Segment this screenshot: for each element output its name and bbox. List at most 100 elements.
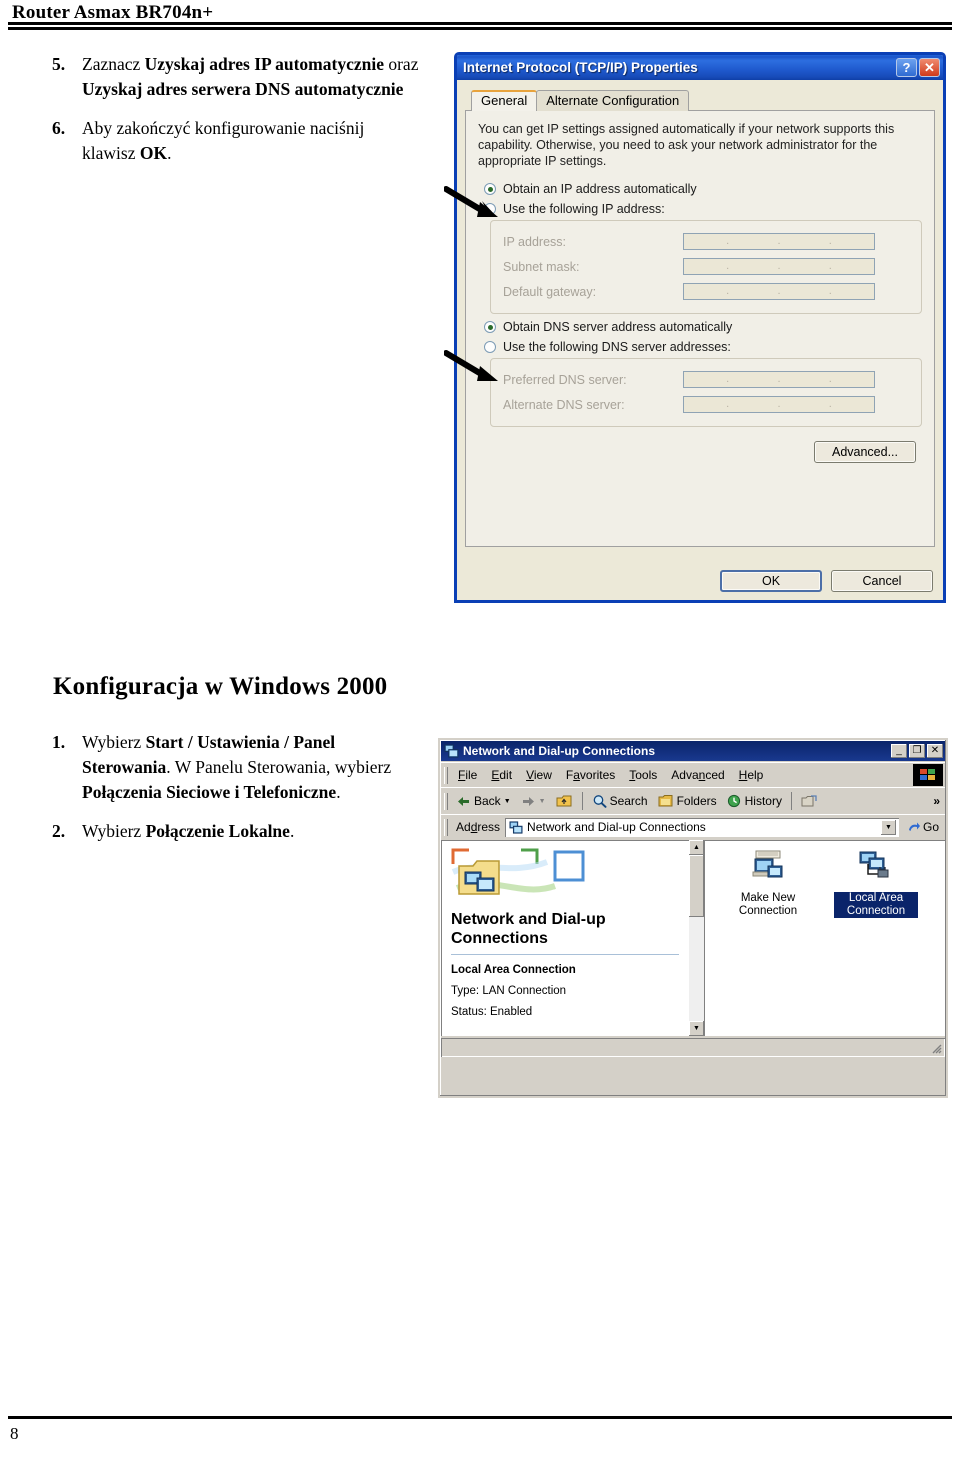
history-icon xyxy=(727,794,740,808)
step-text: Wybierz Połączenie Lokalne. xyxy=(82,819,417,844)
advanced-row: Advanced... xyxy=(478,441,922,463)
field-label: Default gateway: xyxy=(503,284,597,299)
menu-file[interactable]: File xyxy=(451,766,484,784)
alternate-dns-input[interactable]: ... xyxy=(683,396,875,413)
step-part: oraz xyxy=(383,54,419,74)
address-label: Address xyxy=(456,820,501,834)
window-client-area: Network and Dial-up Connections Local Ar… xyxy=(441,840,945,1036)
page-header: Router Asmax BR704n+ xyxy=(0,0,960,24)
close-icon[interactable]: ✕ xyxy=(927,744,943,758)
menu-advanced[interactable]: Advanced xyxy=(664,766,731,784)
field-preferred-dns: Preferred DNS server: ... xyxy=(503,367,909,392)
toolbar-separator xyxy=(791,792,792,810)
menu-favorites[interactable]: Favorites xyxy=(559,766,622,784)
dialog-body: General Alternate Configuration You can … xyxy=(457,80,943,600)
subnet-mask-input[interactable]: ... xyxy=(683,258,875,275)
scroll-up-icon[interactable]: ▲ xyxy=(689,840,704,855)
step-text: Zaznacz Uzyskaj adres IP automatycznie o… xyxy=(82,52,422,102)
ip-address-input[interactable]: ... xyxy=(683,233,875,250)
resize-grip-icon[interactable] xyxy=(930,1042,942,1054)
make-new-connection-icon xyxy=(752,850,783,878)
radio-use-following-dns[interactable]: Use the following DNS server addresses: xyxy=(484,340,922,354)
step-part: Wybierz xyxy=(82,732,146,752)
list-item: 2. Wybierz Połączenie Lokalne. xyxy=(52,819,417,844)
back-button[interactable]: Back ▼ xyxy=(451,792,516,810)
list-item[interactable]: Make New Connection xyxy=(726,850,810,1036)
move-to-button[interactable] xyxy=(796,792,823,810)
step-number: 2. xyxy=(52,821,66,841)
network-connections-icon xyxy=(444,744,459,758)
scrollbar-thumb[interactable] xyxy=(689,855,704,917)
list-item: 6. Aby zakończyć konfigurowanie naciśnij… xyxy=(52,116,422,166)
radio-label: Obtain an IP address automatically xyxy=(503,182,697,196)
address-bar: Address Network and Dial-up Connections … xyxy=(441,814,945,839)
field-label: IP address: xyxy=(503,234,567,249)
address-gripper[interactable] xyxy=(444,819,448,836)
forward-button[interactable]: ▼ xyxy=(516,793,551,810)
chevron-down-icon[interactable]: ▼ xyxy=(880,819,896,835)
radio-use-following-ip[interactable]: Use the following IP address: xyxy=(484,202,922,216)
ok-button[interactable]: OK xyxy=(720,570,822,592)
dialog-title: Internet Protocol (TCP/IP) Properties xyxy=(463,60,698,75)
toolbar-overflow-icon[interactable]: » xyxy=(933,794,945,808)
menu-edit[interactable]: Edit xyxy=(484,766,519,784)
menu-tools[interactable]: Tools xyxy=(622,766,664,784)
history-label: History xyxy=(744,794,782,808)
default-gateway-input[interactable]: ... xyxy=(683,283,875,300)
cancel-button[interactable]: Cancel xyxy=(831,570,933,592)
move-to-folder-icon xyxy=(801,795,817,807)
go-button[interactable]: Go xyxy=(901,820,945,834)
left-pane-connection-name: Local Area Connection xyxy=(451,964,576,976)
tab-panel-general: You can get IP settings assigned automat… xyxy=(465,110,935,547)
radio-icon[interactable] xyxy=(484,321,496,333)
field-ip-address: IP address: ... xyxy=(503,229,909,254)
step-part: Aby zakończyć konfigurowanie naciśnij kl… xyxy=(82,118,365,163)
left-pane-heading: Network and Dial-up Connections xyxy=(451,911,606,947)
menu-view[interactable]: View xyxy=(519,766,559,784)
toolbar-separator xyxy=(582,792,583,810)
list-item-label: Local Area Connection xyxy=(834,892,918,918)
folders-icon xyxy=(658,795,673,807)
forward-dropdown-icon[interactable]: ▼ xyxy=(539,798,546,805)
folders-button[interactable]: Folders xyxy=(653,792,722,810)
menubar-gripper[interactable] xyxy=(444,767,448,784)
lan-connection-icon xyxy=(859,851,889,878)
menu-help[interactable]: Help xyxy=(732,766,771,784)
instructions-xp: 5. Zaznacz Uzyskaj adres IP automatyczni… xyxy=(52,52,422,180)
intro-text: You can get IP settings assigned automat… xyxy=(478,122,895,168)
back-arrow-icon xyxy=(458,796,469,806)
scrollbar-track[interactable] xyxy=(689,917,704,1021)
back-dropdown-icon[interactable]: ▼ xyxy=(504,798,511,805)
toolbar-gripper[interactable] xyxy=(444,793,448,810)
radio-label: Use the following IP address: xyxy=(503,202,665,216)
step-part: Zaznacz xyxy=(82,54,145,74)
step-number: 1. xyxy=(52,732,66,752)
preferred-dns-input[interactable]: ... xyxy=(683,371,875,388)
search-button[interactable]: Search xyxy=(587,792,653,810)
advanced-button[interactable]: Advanced... xyxy=(814,441,916,463)
close-icon[interactable]: ✕ xyxy=(919,58,940,77)
step-text: Aby zakończyć konfigurowanie naciśnij kl… xyxy=(82,116,422,166)
network-folder-icon xyxy=(458,860,500,895)
list-item: 1. Wybierz Start / Ustawienia / Panel St… xyxy=(52,730,417,805)
address-input[interactable]: Network and Dial-up Connections ▼ xyxy=(505,817,899,837)
step-part-bold: Połączenia Sieciowe i Telefoniczne xyxy=(82,782,337,802)
step-number: 5. xyxy=(52,54,66,74)
scroll-down-icon[interactable]: ▼ xyxy=(689,1021,704,1036)
help-button[interactable]: ? xyxy=(896,58,917,77)
dns-fields-group: Preferred DNS server: ... Alternate DNS … xyxy=(490,358,922,427)
history-button[interactable]: History xyxy=(722,792,787,810)
radio-obtain-dns-automatically[interactable]: Obtain DNS server address automatically xyxy=(484,320,922,334)
up-button[interactable] xyxy=(551,792,578,811)
toolbar: Back ▼ ▼ Search Folders History » xyxy=(441,787,945,814)
tab-alternate-configuration[interactable]: Alternate Configuration xyxy=(536,90,690,111)
page-number: 8 xyxy=(10,1424,19,1443)
section-heading: Konfiguracja w Windows 2000 xyxy=(53,673,388,700)
minimize-button[interactable]: _ xyxy=(891,744,907,758)
maximize-button[interactable]: ❐ xyxy=(909,744,925,758)
tab-general[interactable]: General xyxy=(471,90,538,111)
vertical-scrollbar[interactable]: ▲ ▼ xyxy=(689,840,704,1036)
radio-obtain-ip-automatically[interactable]: Obtain an IP address automatically xyxy=(484,182,922,196)
step-part-bold: Uzyskaj adres serwera DNS automatycznie xyxy=(82,79,404,99)
list-item[interactable]: Local Area Connection xyxy=(834,850,918,1036)
